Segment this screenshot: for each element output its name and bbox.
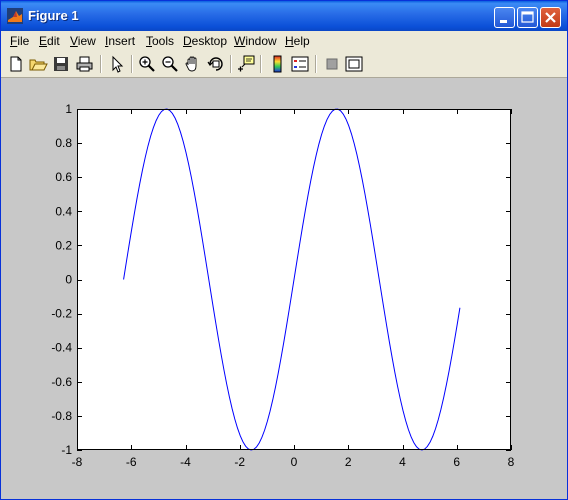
show-plot-tools-button[interactable] [344, 54, 364, 74]
x-tick-label: 6 [453, 455, 460, 469]
y-tick-label: 0.8 [55, 136, 72, 150]
y-tick-label: -0.2 [51, 307, 72, 321]
toolbar-separator [100, 55, 102, 73]
show-plot-tools-icon [345, 56, 363, 72]
x-tick-label: -4 [180, 455, 191, 469]
data-cursor-button[interactable] [236, 54, 256, 74]
menu-insert[interactable]: Insert [105, 34, 135, 48]
toolbar-separator [230, 55, 232, 73]
x-tick-label: -2 [234, 455, 245, 469]
zoom-out-button[interactable] [160, 54, 180, 74]
insert-colorbar-icon [273, 55, 282, 73]
new-figure-icon [10, 56, 22, 72]
menu-window[interactable]: Window [234, 34, 277, 48]
insert-legend-button[interactable] [290, 54, 310, 74]
save-icon [54, 57, 68, 71]
maximize-button[interactable] [517, 7, 538, 28]
y-tick-label: -0.6 [51, 375, 72, 389]
rotate-3d-icon [207, 57, 223, 71]
menu-tools[interactable]: Tools [146, 34, 174, 48]
x-tick-label: -8 [72, 455, 83, 469]
pan-icon [185, 56, 197, 72]
menu-view[interactable]: View [70, 34, 96, 48]
edit-plot-icon [112, 55, 124, 73]
menu-desktop[interactable]: Desktop [183, 34, 227, 48]
window-title: Figure 1 [28, 8, 79, 23]
toolbar-separator [131, 55, 133, 73]
y-tick-label: 1 [65, 102, 72, 116]
close-button[interactable] [540, 7, 561, 28]
y-tick-label: -1 [61, 443, 72, 457]
minimize-icon [500, 20, 507, 23]
y-tick-label: 0.2 [55, 238, 72, 252]
plot-svg: -8 -6 -4 -2 0 2 4 6 8 -1 -0.8 -0.6 -0.4 -0.2 0 0.2 0.4 0.… [51, 102, 515, 469]
edit-plot-button[interactable] [107, 54, 127, 74]
y-tick-label: -0.8 [51, 409, 72, 423]
close-icon [545, 12, 556, 23]
figure-toolbar [1, 51, 567, 78]
figure-canvas[interactable]: -8 -6 -4 -2 0 2 4 6 8 -1 -0.8 -0.6 -0.4 -0.2 0 0.2 0.4 0.… [1, 78, 567, 499]
maximize-icon [521, 11, 534, 23]
save-button[interactable] [51, 54, 71, 74]
new-figure-button[interactable] [6, 54, 26, 74]
x-tick-label: 8 [508, 455, 515, 469]
hide-plot-tools-icon [326, 58, 338, 70]
menu-edit[interactable]: Edit [39, 34, 60, 48]
rotate-3d-button[interactable] [206, 54, 226, 74]
y-tick-label: 0.4 [55, 204, 72, 218]
data-cursor-icon [238, 55, 255, 72]
matlab-logo-icon [7, 8, 23, 24]
insert-colorbar-button[interactable] [268, 54, 288, 74]
menu-file[interactable]: File [10, 34, 29, 48]
menu-help[interactable]: Help [285, 34, 310, 48]
x-tick-label: 2 [345, 455, 352, 469]
figure-window: Figure 1 File Edit View Insert Tools Des… [0, 0, 568, 500]
minimize-button[interactable] [494, 7, 515, 28]
toolbar-separator [260, 55, 262, 73]
zoom-in-button[interactable] [137, 54, 157, 74]
insert-legend-icon [291, 56, 309, 72]
open-file-icon [29, 59, 48, 71]
title-bar[interactable]: Figure 1 [1, 1, 567, 31]
y-tick-label: -0.4 [51, 341, 72, 355]
hide-plot-tools-button[interactable] [322, 54, 342, 74]
zoom-in-icon [139, 56, 155, 72]
y-tick-label: 0.6 [55, 170, 72, 184]
print-icon [76, 56, 93, 72]
x-tick-label: -6 [126, 455, 137, 469]
pan-button[interactable] [183, 54, 203, 74]
menu-bar: File Edit View Insert Tools Desktop Wind… [1, 31, 567, 75]
x-tick-label: 4 [399, 455, 406, 469]
toolbar-separator [315, 55, 317, 73]
open-file-button[interactable] [28, 54, 48, 74]
zoom-out-icon [162, 56, 178, 72]
x-tick-label: 0 [291, 455, 298, 469]
print-button[interactable] [74, 54, 94, 74]
y-tick-label: 0 [65, 273, 72, 287]
